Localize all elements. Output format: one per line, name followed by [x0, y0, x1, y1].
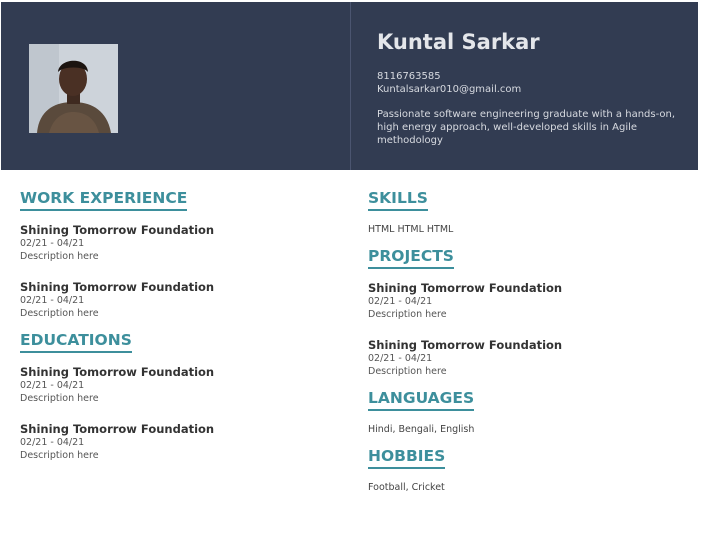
- education-heading: EDUCATIONS: [20, 331, 132, 353]
- project-entry: Shining Tomorrow Foundation 02/21 - 04/2…: [368, 281, 688, 321]
- education-entry-dates: 02/21 - 04/21: [20, 437, 85, 448]
- languages-list: Hindi, Bengali, English: [368, 424, 475, 435]
- work-entry-description: Description here: [20, 251, 99, 262]
- education-entry: Shining Tomorrow Foundation 02/21 - 04/2…: [20, 422, 340, 462]
- contact-info: 8116763585 Kuntalsarkar010@gmail.com: [377, 70, 521, 96]
- education-entry-description: Description here: [20, 393, 99, 404]
- right-column: SKILLS HTML HTML HTML PROJECTS Shining T…: [368, 188, 688, 494]
- education-entry: Shining Tomorrow Foundation 02/21 - 04/2…: [20, 365, 340, 405]
- candidate-name: Kuntal Sarkar: [377, 30, 540, 54]
- work-entry: Shining Tomorrow Foundation 02/21 - 04/2…: [20, 280, 340, 320]
- work-entry-description: Description here: [20, 308, 99, 319]
- profile-summary: Passionate software engineering graduate…: [377, 109, 676, 146]
- education-entry-organization: Shining Tomorrow Foundation: [20, 365, 215, 379]
- project-entry-description: Description here: [368, 309, 447, 320]
- skills-heading: SKILLS: [368, 189, 428, 211]
- skills-list: HTML HTML HTML: [368, 224, 454, 235]
- phone-number: 8116763585: [377, 71, 441, 82]
- left-column: WORK EXPERIENCE Shining Tomorrow Foundat…: [20, 188, 340, 462]
- project-entry-organization: Shining Tomorrow Foundation: [368, 281, 563, 295]
- work-experience-heading: WORK EXPERIENCE: [20, 189, 188, 211]
- work-entry-organization: Shining Tomorrow Foundation: [20, 280, 215, 294]
- work-entry-dates: 02/21 - 04/21: [20, 295, 85, 306]
- project-entry-organization: Shining Tomorrow Foundation: [368, 338, 563, 352]
- profile-photo: [29, 44, 118, 133]
- profile-photo-image: [29, 44, 118, 133]
- education-entry-dates: 02/21 - 04/21: [20, 380, 85, 391]
- email-address: Kuntalsarkar010@gmail.com: [377, 84, 522, 95]
- work-entry-dates: 02/21 - 04/21: [20, 238, 85, 249]
- projects-heading: PROJECTS: [368, 247, 454, 269]
- education-entry-description: Description here: [20, 450, 99, 461]
- work-entry-organization: Shining Tomorrow Foundation: [20, 223, 215, 237]
- resume-header: Kuntal Sarkar 8116763585 Kuntalsarkar010…: [1, 2, 698, 170]
- hobbies-list: Football, Cricket: [368, 482, 445, 493]
- header-divider: [350, 2, 351, 170]
- work-entry: Shining Tomorrow Foundation 02/21 - 04/2…: [20, 223, 340, 263]
- project-entry-dates: 02/21 - 04/21: [368, 353, 433, 364]
- education-entry-organization: Shining Tomorrow Foundation: [20, 422, 215, 436]
- languages-heading: LANGUAGES: [368, 389, 475, 411]
- project-entry-dates: 02/21 - 04/21: [368, 296, 433, 307]
- project-entry-description: Description here: [368, 366, 447, 377]
- hobbies-heading: HOBBIES: [368, 447, 446, 469]
- project-entry: Shining Tomorrow Foundation 02/21 - 04/2…: [368, 338, 688, 378]
